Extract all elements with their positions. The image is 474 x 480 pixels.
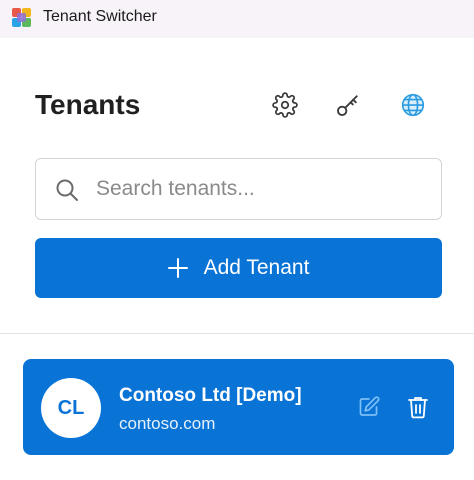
search-icon — [56, 179, 78, 201]
search-box — [35, 158, 442, 220]
add-tenant-button[interactable]: Add Tenant — [35, 238, 442, 298]
divider — [0, 333, 474, 334]
edit-icon — [359, 396, 380, 416]
title-bar: Tenant Switcher — [0, 0, 474, 38]
page-title: Tenants — [35, 89, 141, 120]
window-title: Tenant Switcher — [43, 8, 157, 25]
search-input[interactable] — [96, 169, 426, 209]
plus-icon — [167, 258, 188, 278]
edit-tenant-button[interactable] — [357, 395, 381, 419]
add-tenant-label: Add Tenant — [203, 256, 310, 279]
globe-icon — [401, 93, 425, 117]
settings-button[interactable] — [270, 90, 300, 120]
delete-tenant-button[interactable] — [406, 395, 430, 419]
tenant-name: Contoso Ltd [Demo] — [119, 385, 302, 406]
key-button[interactable] — [333, 90, 363, 120]
trash-icon — [408, 397, 428, 419]
tenant-domain: contoso.com — [119, 414, 216, 433]
avatar: CL — [41, 378, 101, 438]
key-icon — [337, 95, 358, 116]
app-grid-icon — [12, 8, 31, 27]
globe-button[interactable] — [398, 90, 428, 120]
tenant-card[interactable]: CL Contoso Ltd [Demo] contoso.com — [23, 359, 454, 455]
gear-icon — [272, 92, 298, 118]
